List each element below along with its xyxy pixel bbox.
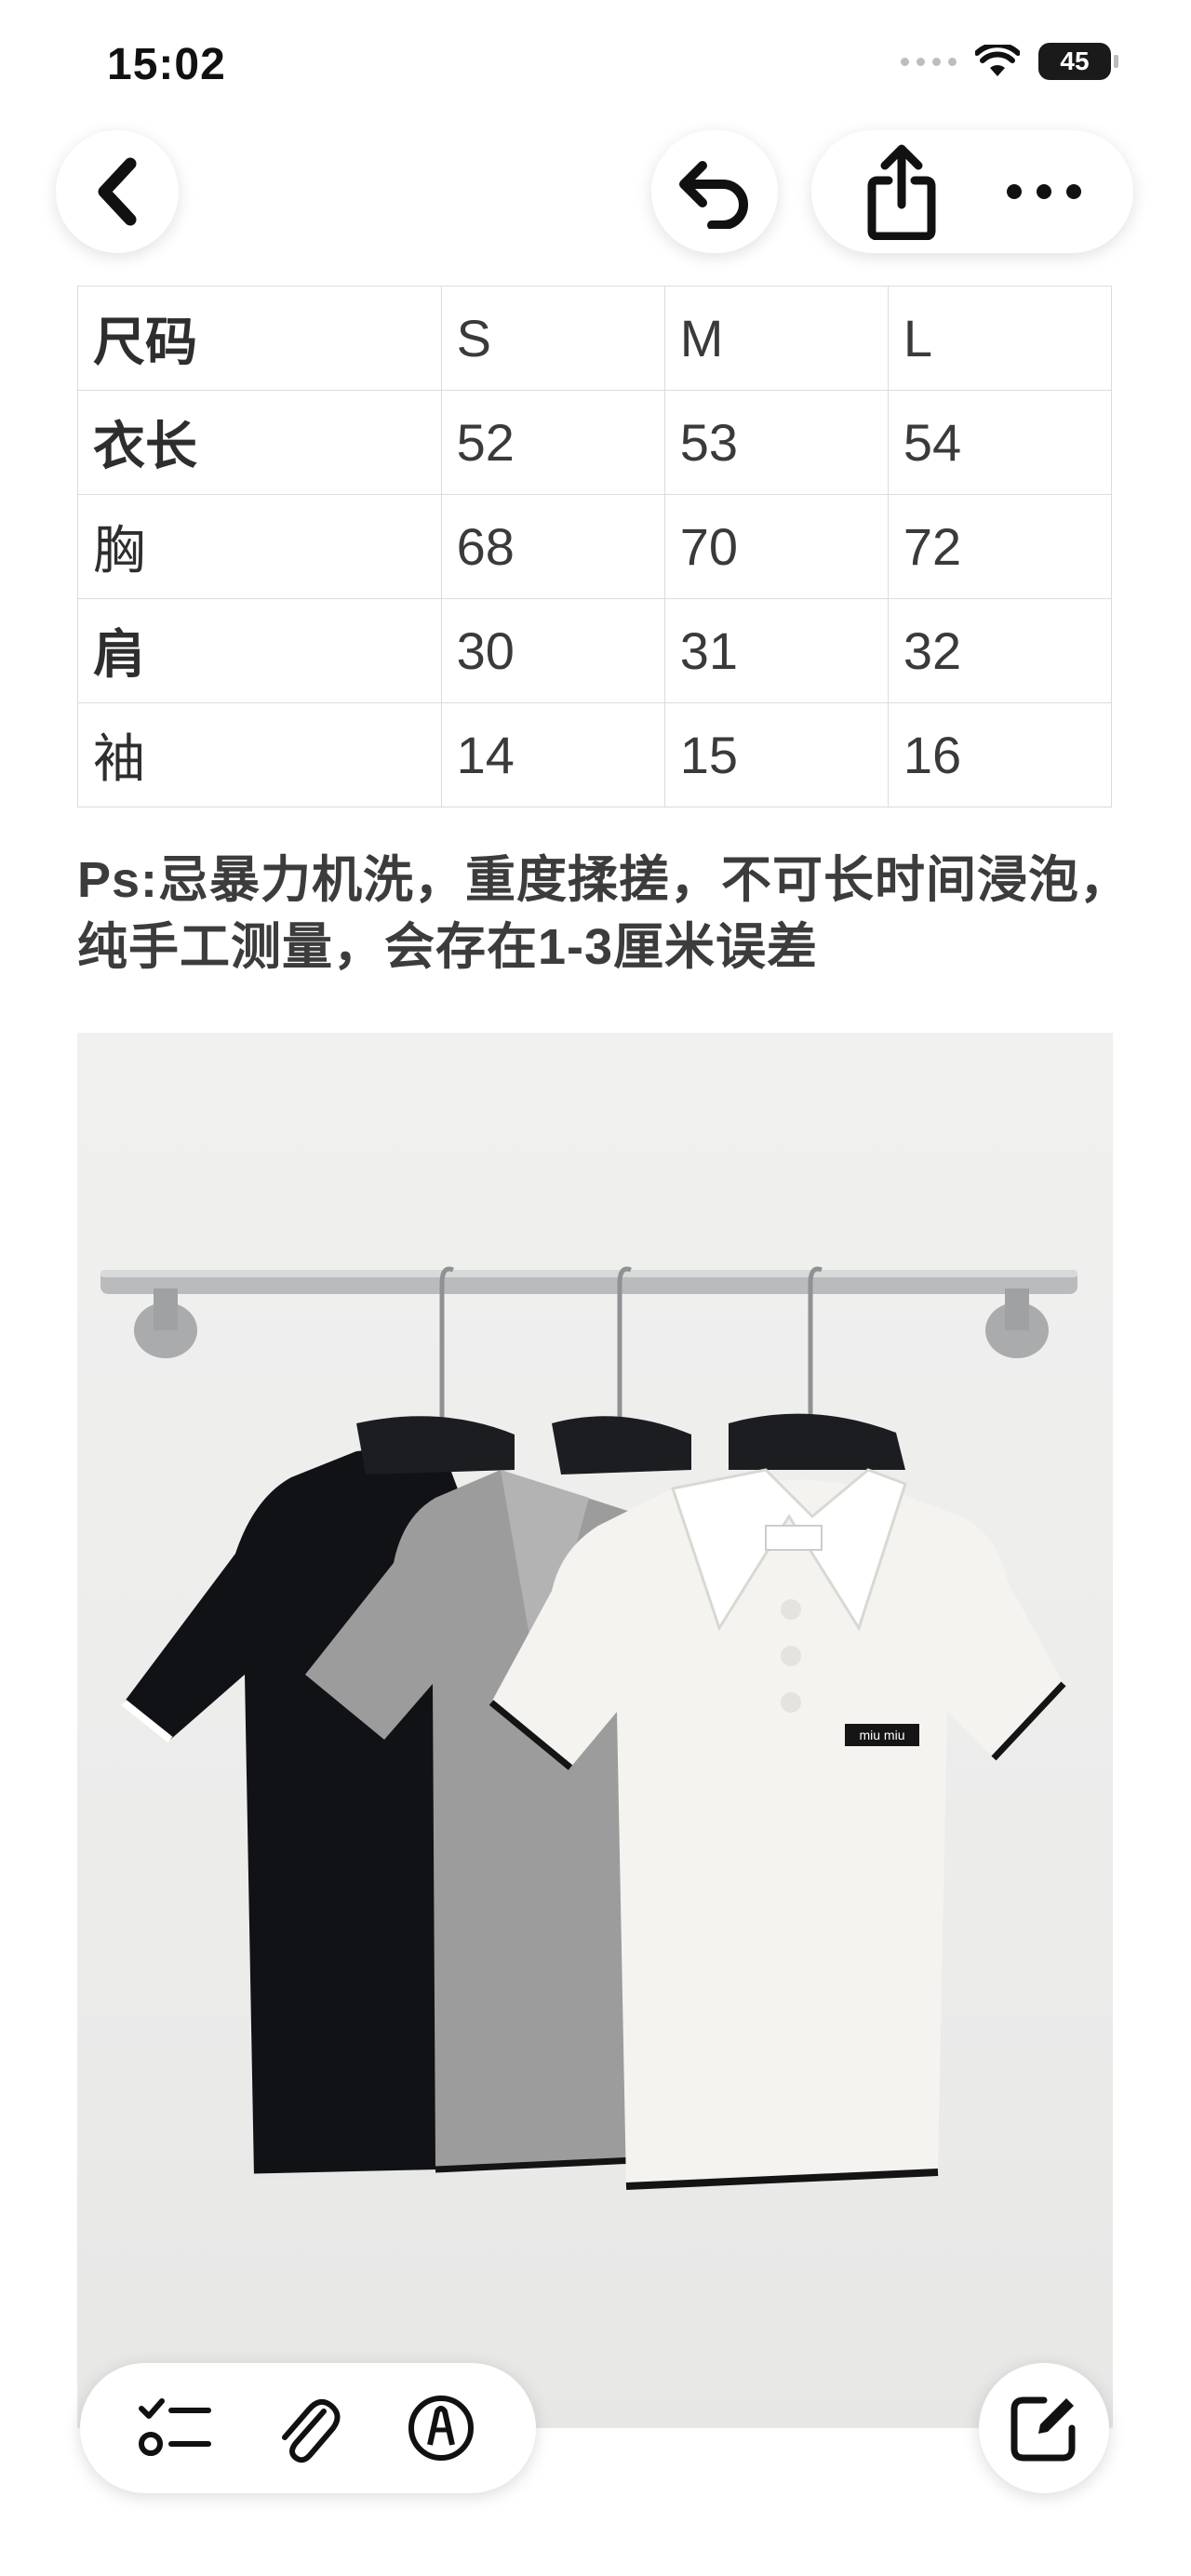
compose-button[interactable] [979, 2363, 1109, 2493]
share-icon [867, 144, 935, 240]
status-time: 15:02 [107, 40, 226, 89]
care-note: Ps:忌暴力机洗，重度揉搓，不可长时间浸泡，纯手工测量，会存在1-3厘米误差 [77, 852, 1131, 975]
table-row: 衣长 52 53 54 [77, 390, 1113, 495]
status-icons: 45 [901, 43, 1118, 80]
checklist-button[interactable] [128, 2382, 221, 2475]
table-cell: 72 [887, 494, 1113, 599]
more-icon [1006, 184, 1081, 199]
table-cell: 68 [440, 494, 665, 599]
table-row: 袖 14 15 16 [77, 702, 1113, 808]
markup-button[interactable] [395, 2382, 488, 2475]
table-cell: 70 [663, 494, 889, 599]
checklist-icon [138, 2398, 211, 2456]
more-button[interactable] [988, 130, 1100, 253]
attach-button[interactable] [261, 2382, 355, 2475]
table-header-cell: L [887, 286, 1113, 391]
action-pill [811, 130, 1133, 253]
back-button[interactable] [56, 130, 179, 253]
cellular-signal-icon [901, 57, 957, 66]
table-header-cell: 尺码 [77, 286, 442, 391]
size-chart-table: 尺码 S M L 衣长 52 53 54 胸 68 70 72 肩 30 31 … [77, 286, 1113, 808]
brand-label-text: miu miu [859, 1728, 904, 1742]
table-cell: 30 [440, 598, 665, 703]
table-header-row: 尺码 S M L [77, 286, 1113, 391]
wifi-icon [975, 45, 1020, 76]
chevron-left-icon [98, 157, 137, 226]
bottom-toolbar [80, 2363, 536, 2493]
table-cell: 16 [887, 702, 1113, 808]
undo-icon [679, 161, 748, 229]
table-cell: 53 [663, 390, 889, 495]
table-cell: 31 [663, 598, 889, 703]
share-button[interactable] [846, 130, 957, 253]
table-cell: 32 [887, 598, 1113, 703]
battery-indicator: 45 [1038, 43, 1118, 80]
table-row: 胸 68 70 72 [77, 494, 1113, 599]
table-row-label: 胸 [77, 494, 442, 599]
table-cell: 54 [887, 390, 1113, 495]
product-illustration: miu miu [100, 1266, 1077, 2190]
table-row-label: 袖 [77, 702, 442, 808]
paperclip-icon [281, 2398, 341, 2463]
table-cell: 14 [440, 702, 665, 808]
table-cell: 15 [663, 702, 889, 808]
table-row-label: 衣长 [77, 390, 442, 495]
product-photo[interactable]: miu miu [77, 1033, 1113, 2428]
table-header-cell: M [663, 286, 889, 391]
compose-icon [1010, 2396, 1076, 2462]
markup-pen-icon [408, 2396, 475, 2461]
table-header-cell: S [440, 286, 665, 391]
undo-button[interactable] [651, 130, 778, 253]
table-row: 肩 30 31 32 [77, 598, 1113, 703]
table-cell: 52 [440, 390, 665, 495]
table-row-label: 肩 [77, 598, 442, 703]
